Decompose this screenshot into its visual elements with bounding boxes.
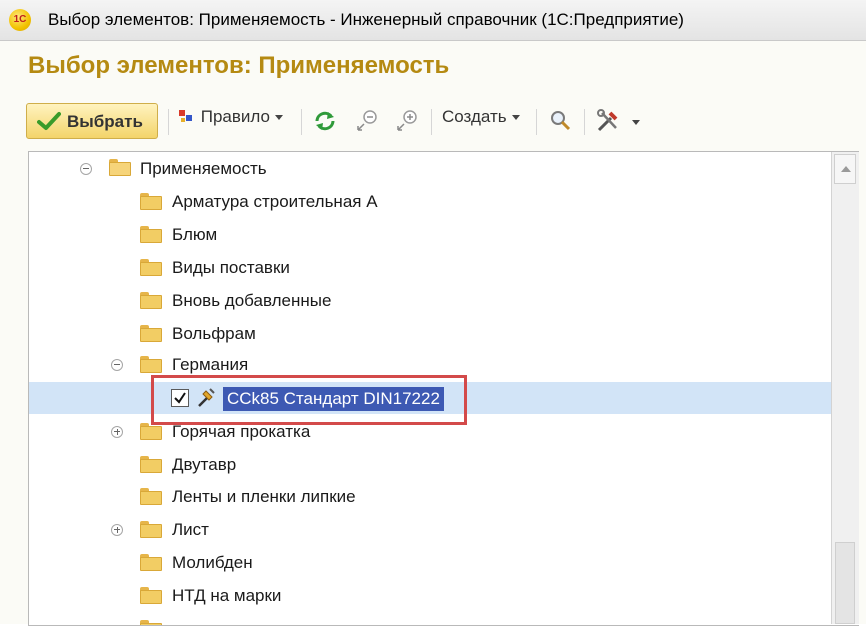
tree-item-label: Молибден [172, 553, 253, 572]
folder-icon [140, 193, 162, 210]
tree-row[interactable]: Двутавр [29, 449, 831, 481]
tree-row[interactable]: Арматура строительная А [29, 186, 831, 218]
tree-item-label: Вольфрам [172, 324, 256, 343]
folder-icon [140, 356, 162, 373]
collapse-toggle-icon[interactable] [111, 359, 123, 371]
create-menu-button[interactable]: Создать [442, 107, 520, 135]
folder-icon [140, 292, 162, 309]
tree-row[interactable]: НТД на марки [29, 580, 831, 612]
folder-icon [140, 521, 162, 538]
tree-item-label: Вновь добавленные [172, 291, 332, 310]
select-button-label: Выбрать [67, 112, 143, 131]
open-folder-icon [109, 159, 131, 176]
folder-icon [140, 587, 162, 604]
toolbar-separator [536, 109, 537, 135]
toolbar-separator [431, 109, 432, 135]
tools-icon [597, 109, 618, 132]
tree-row[interactable]: Лист [29, 514, 831, 546]
tree-item-label: Двутавр [172, 455, 237, 474]
chevron-down-icon [274, 115, 283, 121]
window-title: Выбор элементов: Применяемость - Инженер… [48, 10, 684, 29]
expand-toggle-icon[interactable] [111, 426, 123, 438]
tree-item-label: НТД на марки [172, 586, 282, 605]
expand-toggle-icon[interactable] [111, 524, 123, 536]
rule-menu-label: Правило [200, 107, 270, 126]
zoom-out-icon [357, 110, 377, 131]
tree-root-label: Применяемость [140, 159, 267, 178]
folder-icon [140, 325, 162, 342]
folder-icon [140, 488, 162, 505]
folder-icon [140, 423, 162, 440]
tree-item-label: Лист [172, 520, 209, 539]
checkmark-icon [37, 112, 61, 130]
scroll-thumb[interactable] [835, 542, 855, 624]
toolbar-separator [584, 109, 585, 135]
zoom-in-icon [397, 110, 417, 131]
folder-icon [140, 554, 162, 571]
tree-item-label: Виды поставки [172, 258, 290, 277]
toolbar: Выбрать Правило Создать [26, 101, 846, 141]
toolbar-separator [301, 109, 302, 135]
tree-item-label: Германия [172, 355, 249, 374]
collapse-toggle-icon[interactable] [80, 163, 92, 175]
more-actions-button[interactable] [596, 109, 640, 137]
vertical-scrollbar[interactable] [831, 152, 859, 624]
app-logo-icon: 1С [9, 9, 31, 31]
select-button[interactable]: Выбрать [26, 103, 158, 139]
search-button[interactable] [549, 109, 571, 137]
tree-row-root[interactable]: Применяемость [29, 153, 831, 185]
scroll-up-arrow-icon[interactable] [834, 154, 856, 184]
toolbar-separator [168, 109, 169, 135]
folder-icon [140, 456, 162, 473]
create-menu-label: Создать [442, 107, 507, 126]
rule-icon [179, 110, 192, 122]
tree-row[interactable]: Молибден [29, 547, 831, 579]
expand-level-button[interactable] [395, 109, 419, 137]
tree-row[interactable]: Ленты и пленки липкие [29, 481, 831, 513]
tree-row[interactable]: Вновь добавленные [29, 285, 831, 317]
window-title-bar: 1С Выбор элементов: Применяемость - Инже… [0, 0, 866, 41]
tree-row[interactable]: Виды поставки [29, 252, 831, 284]
tree-row[interactable]: Вольфрам [29, 318, 831, 350]
folder-icon [140, 620, 162, 625]
tree-row[interactable]: Блюм [29, 219, 831, 251]
tree-item-label: Ленты и пленки липкие [172, 487, 356, 506]
highlight-frame [151, 375, 467, 425]
chevron-down-icon [631, 120, 640, 125]
tree-item-label: Арматура строительная А [172, 192, 378, 211]
refresh-icon [315, 111, 335, 131]
tree-item-label: Горячая прокатка [172, 422, 311, 441]
refresh-button[interactable] [313, 109, 337, 137]
search-icon [551, 111, 571, 131]
tree-row-partial[interactable] [29, 613, 831, 625]
chevron-down-icon [511, 115, 520, 121]
folder-icon [140, 259, 162, 276]
form-title: Выбор элементов: Применяемость [28, 52, 450, 79]
tree-item-label: Блюм [172, 225, 218, 244]
rule-menu-button[interactable]: Правило [178, 107, 283, 135]
collapse-level-button[interactable] [355, 109, 379, 137]
folder-icon [140, 226, 162, 243]
